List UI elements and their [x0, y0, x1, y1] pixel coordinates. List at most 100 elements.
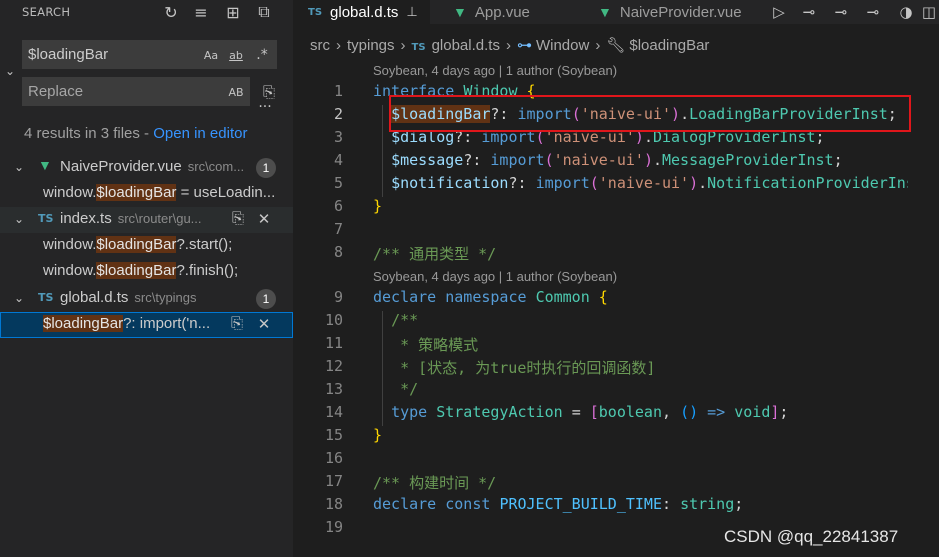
- vue-file-icon: ▼: [598, 4, 612, 20]
- chevron-right-icon: ›: [595, 37, 601, 54]
- file-name: global.d.ts src\typings: [60, 289, 197, 306]
- result-file-row[interactable]: ⌄ TS global.d.ts src\typings 1: [0, 286, 293, 312]
- tab-naiveprovider-vue[interactable]: ▼ NaiveProvider.vue: [583, 0, 763, 24]
- breadcrumb-item[interactable]: Window: [536, 37, 589, 54]
- tab-app-vue[interactable]: ▼ App.vue: [438, 0, 578, 24]
- results-summary: 4 results in 3 files - Open in editor: [24, 125, 247, 142]
- line-number: 18: [324, 495, 343, 513]
- watermark: CSDN @qq_22841387: [724, 527, 899, 546]
- replace-all-in-file-icon[interactable]: ⎘: [228, 210, 248, 230]
- tab-label: global.d.ts: [330, 3, 399, 21]
- clear-results-icon[interactable]: ≡: [190, 1, 212, 23]
- open-in-editor-link[interactable]: Open in editor: [153, 125, 247, 142]
- match-row[interactable]: window.$loadingBar?.start();: [0, 233, 293, 259]
- line-number: 14: [324, 403, 343, 421]
- tab-global-d-ts[interactable]: TS global.d.ts ⊥: [293, 0, 430, 24]
- code-line: $notification?: import('naive-ui').Notif…: [391, 174, 908, 192]
- chevron-right-icon: ›: [336, 37, 341, 54]
- line-number: 15: [324, 426, 343, 444]
- code-line: /** 通用类型 */: [373, 245, 497, 263]
- chevron-right-icon: ›: [400, 37, 406, 54]
- code-line: /**: [391, 311, 419, 329]
- breadcrumb-item[interactable]: $loadingBar: [629, 37, 709, 54]
- whole-word-toggle[interactable]: ab: [226, 45, 246, 65]
- code-line: type StrategyAction = [boolean, () => vo…: [391, 403, 789, 421]
- line-number: 7: [333, 220, 343, 238]
- replace-input[interactable]: [23, 78, 193, 105]
- line-number: 12: [324, 357, 343, 375]
- dismiss-icon[interactable]: ✕: [254, 210, 274, 230]
- match-text: window.$loadingBar?.start();: [43, 236, 233, 253]
- chevron-down-icon[interactable]: ⌄: [14, 212, 28, 226]
- git-previous-icon[interactable]: ⊸: [830, 1, 852, 23]
- line-number: 1: [333, 82, 343, 100]
- line-number: 2: [333, 105, 343, 123]
- match-count-badge: 1: [256, 158, 276, 178]
- code-lens-blame[interactable]: Soybean, 4 days ago | 1 author (Soybean): [373, 63, 617, 78]
- result-file-row[interactable]: ⌄ ▼ NaiveProvider.vue src\com... 1: [0, 155, 293, 181]
- replace-input-box: AB: [22, 77, 250, 106]
- editor-tab-bar: TS global.d.ts ⊥ ▼ App.vue ▼ NaiveProvid…: [293, 0, 939, 24]
- line-number: 13: [324, 380, 343, 398]
- file-name: NaiveProvider.vue src\com...: [60, 158, 245, 175]
- chevron-right-icon: ›: [505, 37, 511, 54]
- match-row-selected[interactable]: $loadingBar?: import('n... ⎘ ✕: [0, 312, 293, 338]
- code-line: */: [391, 380, 419, 398]
- git-commit-icon[interactable]: ⊸: [798, 1, 820, 23]
- pin-icon[interactable]: ⊥: [406, 4, 417, 20]
- file-path: src\com...: [187, 159, 245, 174]
- line-number: 4: [333, 151, 343, 169]
- result-file-row[interactable]: ⌄ TS index.ts src\router\gu... ⎘ ✕: [0, 207, 293, 233]
- match-row[interactable]: window.$loadingBar = useLoadin...: [0, 181, 293, 207]
- gitlens-icon[interactable]: ◑: [895, 1, 917, 23]
- typescript-file-icon: TS: [411, 42, 426, 53]
- breadcrumb: src › typings › TS global.d.ts › ⊶ Window › 🔧︎ $loa…: [310, 36, 709, 54]
- dismiss-icon[interactable]: ✕: [254, 315, 274, 335]
- code-line: * 策略模式: [391, 336, 479, 354]
- line-number: 3: [333, 128, 343, 146]
- match-text: window.$loadingBar = useLoadin...: [43, 184, 276, 201]
- search-input-box: Aa ab .*: [22, 40, 277, 69]
- highlight-annotation-box: [389, 95, 911, 132]
- file-path: src\typings: [134, 290, 197, 305]
- run-icon[interactable]: ▷: [768, 1, 790, 23]
- code-line: }: [373, 197, 383, 215]
- line-number: 9: [333, 288, 343, 306]
- new-search-editor-icon[interactable]: ⊞: [222, 1, 244, 23]
- breadcrumb-item[interactable]: global.d.ts: [432, 37, 500, 54]
- code-line: declare const PROJECT_BUILD_TIME: string…: [373, 495, 744, 513]
- regex-toggle[interactable]: .*: [252, 45, 272, 65]
- vue-file-icon: ▼: [38, 157, 52, 173]
- chevron-down-icon[interactable]: ⌄: [14, 291, 28, 305]
- line-number: 5: [333, 174, 343, 192]
- code-lens-blame[interactable]: Soybean, 4 days ago | 1 author (Soybean): [373, 269, 617, 284]
- match-count-badge: 1: [256, 289, 276, 309]
- code-line: * [状态, 为true时执行的回调函数]: [391, 359, 656, 377]
- match-text: window.$loadingBar?.finish();: [43, 262, 239, 279]
- breadcrumb-item[interactable]: src: [310, 37, 330, 54]
- file-path: src\router\gu...: [117, 211, 202, 226]
- typescript-file-icon: TS: [308, 6, 323, 18]
- match-case-toggle[interactable]: Aa: [201, 45, 221, 65]
- line-number: 10: [324, 311, 343, 329]
- breadcrumb-item[interactable]: typings: [347, 37, 395, 54]
- typescript-file-icon: TS: [38, 291, 54, 304]
- more-actions-icon[interactable]: ···: [256, 100, 274, 120]
- git-next-icon[interactable]: ⊸: [862, 1, 884, 23]
- replace-match-icon[interactable]: ⎘: [227, 315, 247, 335]
- interface-symbol-icon: ⊶: [516, 37, 532, 54]
- search-input[interactable]: [23, 41, 193, 68]
- search-sidebar: SEARCH ↻ ≡ ⊞ ⧉ ⌄ Aa ab .* AB ⎘ ··· 4 res…: [0, 0, 293, 557]
- match-row[interactable]: window.$loadingBar?.finish();: [0, 259, 293, 285]
- chevron-down-icon[interactable]: ⌄: [14, 160, 28, 174]
- split-editor-icon[interactable]: ◫: [918, 1, 939, 23]
- code-line: declare namespace Common {: [373, 288, 608, 306]
- refresh-icon[interactable]: ↻: [160, 1, 182, 23]
- toggle-replace-chevron-icon[interactable]: ⌄: [3, 64, 17, 78]
- preserve-case-toggle[interactable]: AB: [226, 82, 246, 102]
- code-line: /** 构建时间 */: [373, 474, 497, 492]
- collapse-all-icon[interactable]: ⧉: [253, 1, 275, 23]
- code-editor: TS global.d.ts ⊥ ▼ App.vue ▼ NaiveProvid…: [293, 0, 939, 557]
- code-line: }: [373, 426, 383, 444]
- match-text: $loadingBar?: import('n...: [43, 315, 211, 332]
